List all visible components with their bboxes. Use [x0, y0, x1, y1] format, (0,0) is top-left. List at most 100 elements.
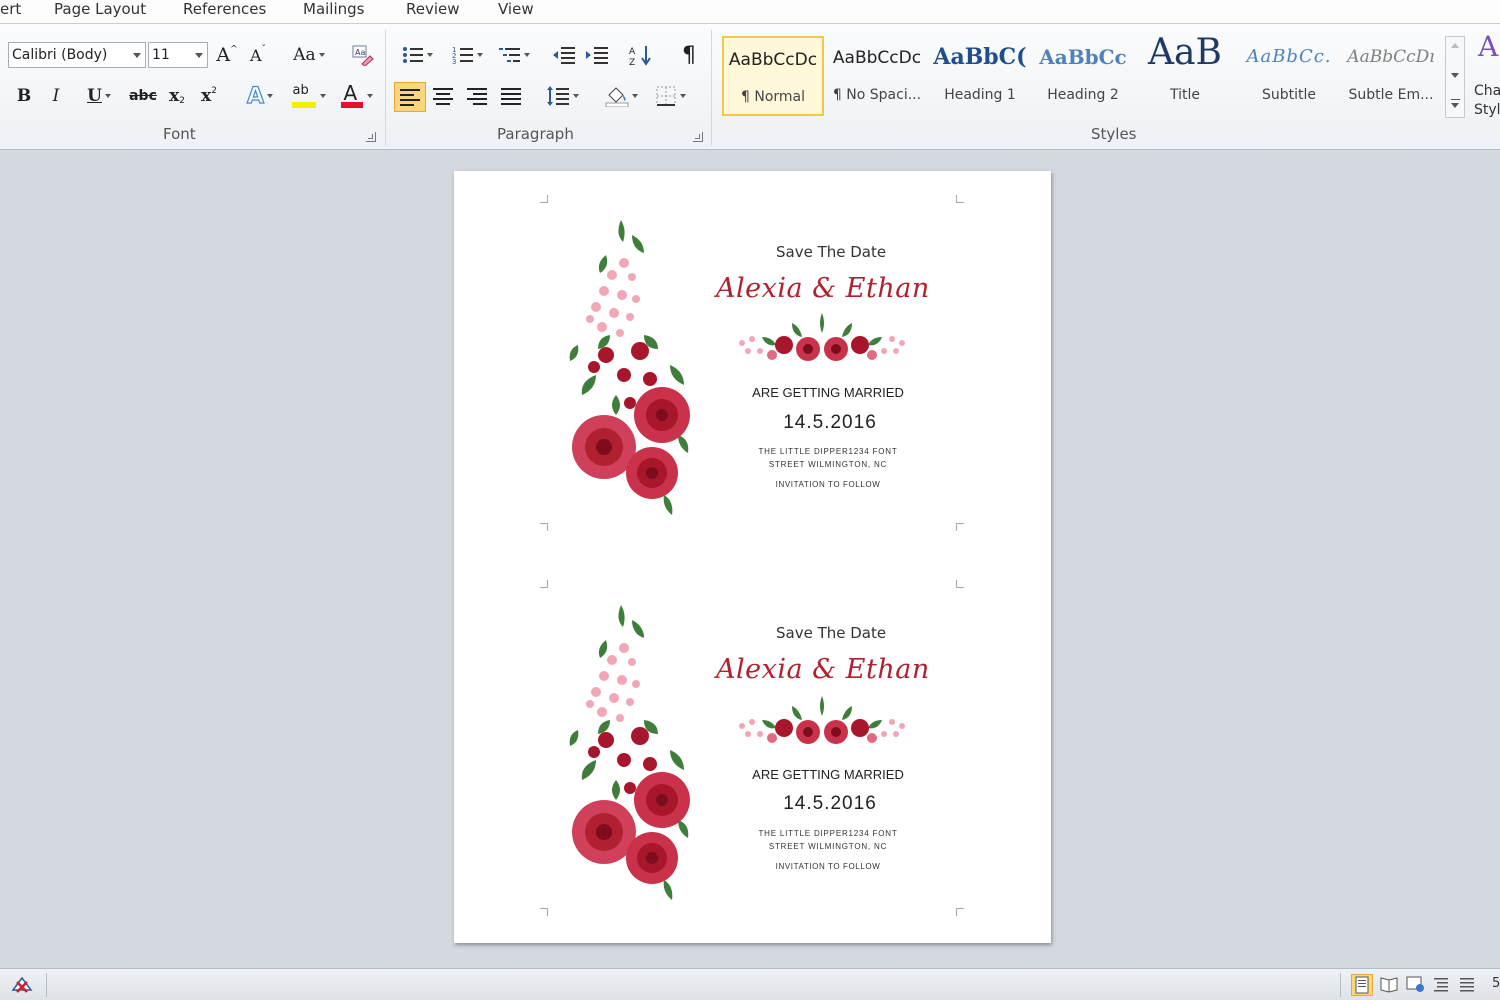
floral-divider-image: [739, 696, 905, 744]
borders-icon: [656, 86, 675, 106]
superscript-icon: x: [201, 86, 212, 106]
line-spacing-button[interactable]: [542, 82, 582, 110]
align-left-icon: [400, 89, 420, 106]
document-page[interactable]: Save The Date Alexia & Ethan ARE GETTING…: [454, 171, 1051, 943]
save-the-date-card: Save The Date Alexia & Ethan ARE GETTING…: [454, 171, 1051, 551]
crop-mark: [956, 523, 964, 531]
sort-icon: A Z: [629, 46, 651, 66]
justify-button[interactable]: [496, 82, 526, 110]
tab-view[interactable]: View: [498, 0, 534, 22]
superscript-button[interactable]: x2: [196, 82, 222, 110]
highlight-button[interactable]: ab: [286, 82, 330, 110]
grow-font-button[interactable]: A ^: [214, 41, 240, 69]
italic-button[interactable]: I: [44, 82, 68, 110]
paragraph-dialog-launcher-icon[interactable]: [693, 132, 703, 142]
couple-names: Alexia & Ethan: [716, 273, 930, 304]
proofing-errors-icon[interactable]: [10, 974, 33, 996]
change-styles-icon: A: [1478, 30, 1499, 63]
status-divider: [46, 973, 47, 997]
style-subtle-emphasis[interactable]: AaBbCcDı Subtle Em...: [1340, 36, 1442, 116]
numbering-button[interactable]: 123: [446, 41, 488, 69]
crop-mark: [540, 523, 548, 531]
crop-mark: [540, 195, 548, 203]
couple-names: Alexia & Ethan: [716, 654, 930, 685]
subscript-2-icon: 2: [179, 96, 185, 106]
align-left-button[interactable]: [394, 82, 426, 112]
print-layout-view-icon[interactable]: [1351, 974, 1373, 996]
style-normal[interactable]: AaBbCcDc ¶ Normal: [722, 36, 824, 116]
style-title[interactable]: AaB Title: [1134, 32, 1236, 116]
center-button[interactable]: [428, 82, 458, 110]
sort-button[interactable]: A Z: [626, 41, 656, 69]
style-sample: AaB: [1148, 32, 1222, 73]
font-color-button[interactable]: A: [334, 81, 378, 110]
align-center-icon: [433, 88, 453, 105]
draft-view-icon[interactable]: [1457, 974, 1479, 996]
font-color-icon: A: [340, 81, 364, 109]
borders-button[interactable]: [650, 82, 690, 110]
scroll-up-icon[interactable]: [1451, 43, 1459, 48]
change-case-button[interactable]: Aa: [290, 41, 328, 69]
style-subtitle[interactable]: AaBbCc. Subtitle: [1238, 36, 1340, 116]
multilevel-list-icon: [498, 48, 520, 62]
invitation-to-follow: INVITATION TO FOLLOW: [775, 862, 881, 871]
tab-page-layout[interactable]: Page Layout: [54, 0, 146, 22]
group-divider: [385, 30, 386, 146]
underline-button[interactable]: U: [78, 82, 120, 110]
highlight-color-bar: [291, 102, 316, 108]
text-effects-button[interactable]: A: [242, 82, 278, 110]
svg-text:3: 3: [452, 58, 456, 65]
more-styles-icon[interactable]: [1451, 103, 1459, 108]
font-size-combo[interactable]: 11: [148, 42, 208, 68]
font-size-value: 11: [152, 47, 170, 63]
clear-formatting-button[interactable]: Aa: [348, 41, 376, 69]
scroll-down-icon[interactable]: [1451, 73, 1459, 78]
align-right-button[interactable]: [462, 82, 492, 110]
chevron-down-icon: [195, 53, 203, 58]
align-right-icon: [467, 88, 487, 105]
change-styles-button[interactable]: A Cha Styl: [1470, 30, 1500, 130]
crop-mark: [956, 580, 964, 588]
chevron-down-icon: [366, 94, 373, 98]
justify-icon: [501, 88, 521, 105]
numbering-icon: 123: [452, 46, 473, 65]
address-line-1: THE LITTLE DIPPER1234 FONT: [758, 829, 898, 838]
font-name-combo[interactable]: Calibri (Body): [8, 42, 146, 68]
style-name: Title: [1169, 87, 1200, 103]
highlighter-icon: ab: [291, 83, 317, 109]
tab-references[interactable]: References: [183, 0, 266, 22]
multilevel-list-button[interactable]: [494, 41, 534, 69]
strikethrough-button[interactable]: abc: [128, 82, 158, 110]
bullets-button[interactable]: [396, 41, 438, 69]
decrease-indent-button[interactable]: [550, 41, 578, 69]
shrink-font-button[interactable]: Aˇ: [246, 41, 270, 69]
style-heading-1[interactable]: AaBbC( Heading 1: [929, 36, 1031, 116]
crop-mark: [540, 580, 548, 588]
chevron-down-icon: [104, 94, 111, 98]
chevron-down-icon: [476, 53, 483, 57]
subscript-button[interactable]: x2: [164, 82, 190, 110]
style-name: Heading 2: [1047, 87, 1119, 103]
status-divider: [1340, 973, 1341, 997]
tab-insert[interactable]: ert: [0, 0, 21, 22]
style-no-spacing[interactable]: AaBbCcDc ¶ No Spaci...: [826, 36, 928, 116]
zoom-level-partial[interactable]: 5: [1492, 976, 1500, 991]
tab-review[interactable]: Review: [406, 0, 460, 22]
shading-button[interactable]: [600, 82, 642, 110]
chevron-down-icon: [267, 94, 274, 98]
ribbon: Calibri (Body) 11 A ^ Aˇ Aa Aa B I U abc…: [0, 24, 1500, 150]
outline-view-icon[interactable]: [1431, 974, 1453, 996]
font-dialog-launcher-icon[interactable]: [366, 132, 376, 142]
web-layout-view-icon[interactable]: [1405, 974, 1427, 996]
full-screen-reading-view-icon[interactable]: [1379, 974, 1401, 996]
style-sample: AaBbCc.: [1246, 46, 1332, 67]
tab-mailings[interactable]: Mailings: [303, 0, 364, 22]
increase-indent-button[interactable]: [583, 41, 611, 69]
change-case-icon: Aa: [293, 45, 316, 65]
chevron-down-icon: [426, 53, 433, 57]
style-name: Heading 1: [944, 87, 1016, 103]
group-divider: [711, 30, 712, 146]
style-heading-2[interactable]: AaBbCc Heading 2: [1032, 36, 1134, 116]
show-formatting-marks-button[interactable]: ¶: [676, 41, 702, 69]
bold-button[interactable]: B: [12, 82, 36, 110]
